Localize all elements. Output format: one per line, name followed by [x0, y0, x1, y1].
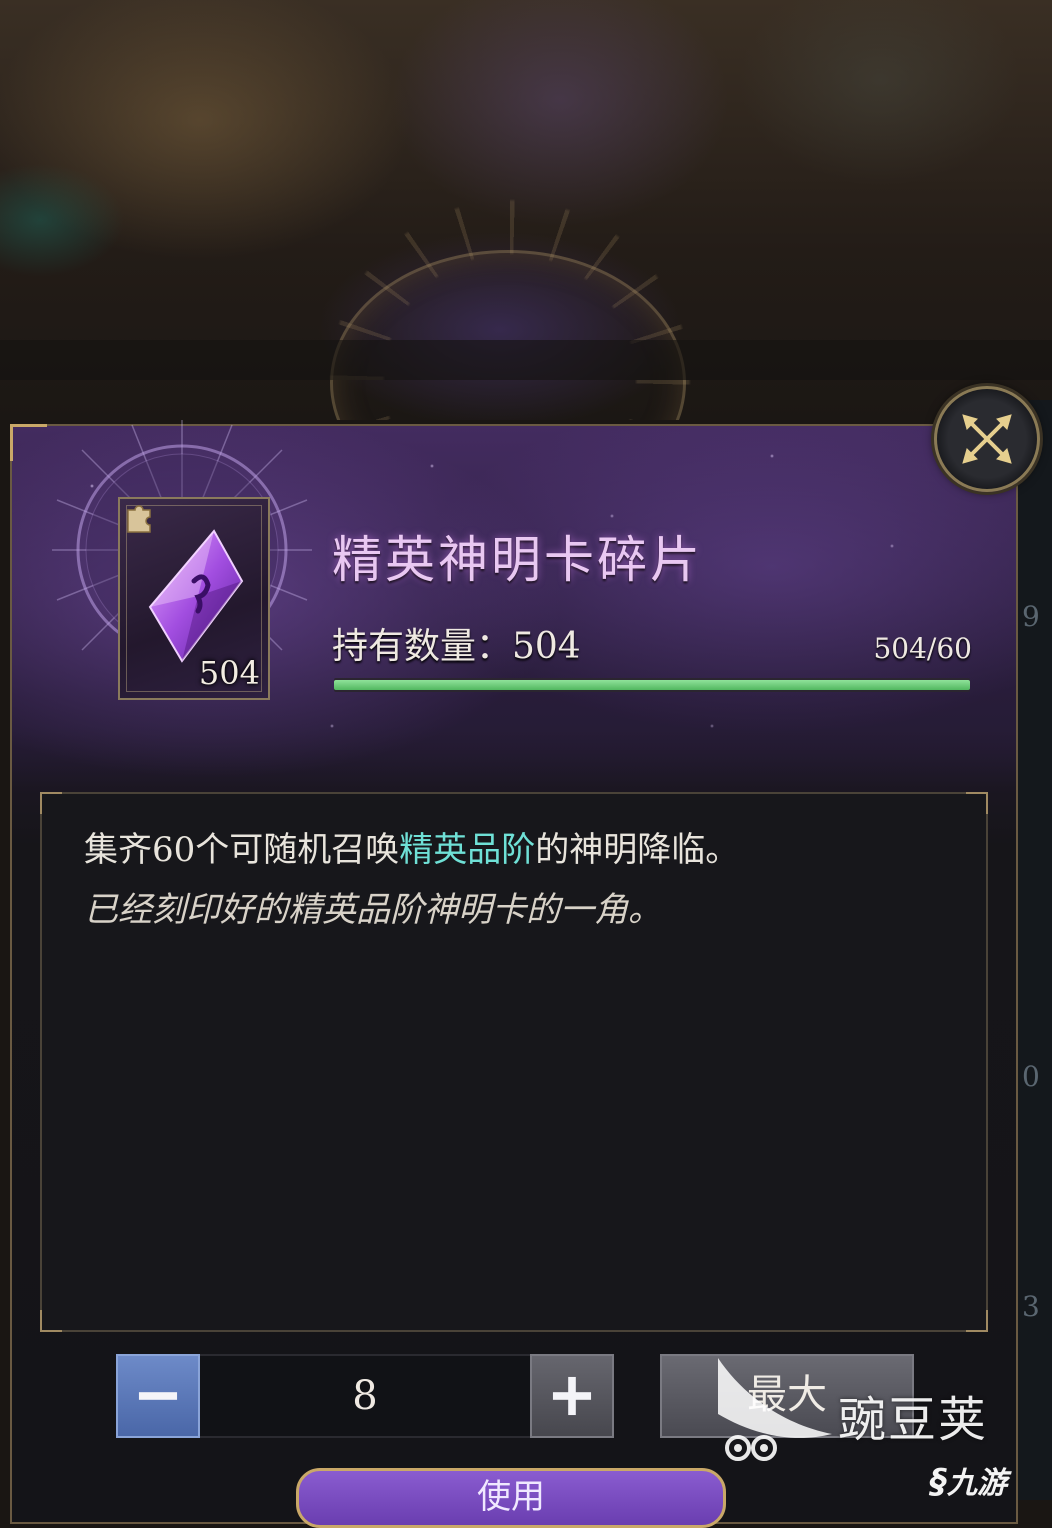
side-number: 0	[1022, 1060, 1040, 1093]
progress-fill	[334, 680, 970, 690]
item-card-count: 504	[198, 654, 260, 692]
collection-progress-bar	[334, 678, 970, 692]
description-box: 集齐60个可随机召唤精英品阶的神明降临。 已经刻印好的精英品阶神明卡的一角。	[40, 792, 988, 1332]
puzzle-piece-icon	[127, 505, 151, 533]
background-scene	[0, 0, 1052, 420]
progress-text: 504/60	[873, 632, 972, 665]
quality-highlight: 精英品阶	[399, 830, 536, 870]
owned-quantity: 持有数量：504	[332, 626, 581, 667]
purple-gem-icon	[148, 529, 244, 663]
decrease-button[interactable]	[116, 1354, 200, 1438]
wandoujia-watermark-text: 豌豆荚	[838, 1392, 989, 1448]
item-name: 精英神明卡碎片	[332, 531, 703, 589]
close-button[interactable]	[934, 386, 1040, 492]
jiuyou-watermark: §九游	[930, 1462, 1007, 1502]
increase-button[interactable]	[530, 1354, 614, 1438]
right-side-strip: 9 0 3	[1018, 400, 1052, 1500]
dialog-corner-ornament	[10, 424, 47, 461]
close-crossed-arrows-icon	[962, 414, 1012, 464]
minus-icon	[138, 1392, 178, 1400]
use-button[interactable]: 使用	[296, 1468, 726, 1528]
quantity-input[interactable]: 8	[200, 1354, 530, 1438]
description-line-1: 集齐60个可随机召唤精英品阶的神明降临。	[84, 830, 740, 870]
side-number: 3	[1022, 1290, 1040, 1323]
side-number: 9	[1022, 600, 1040, 633]
plus-icon	[552, 1376, 592, 1416]
description-line-2: 已经刻印好的精英品阶神明卡的一角。	[84, 890, 662, 930]
